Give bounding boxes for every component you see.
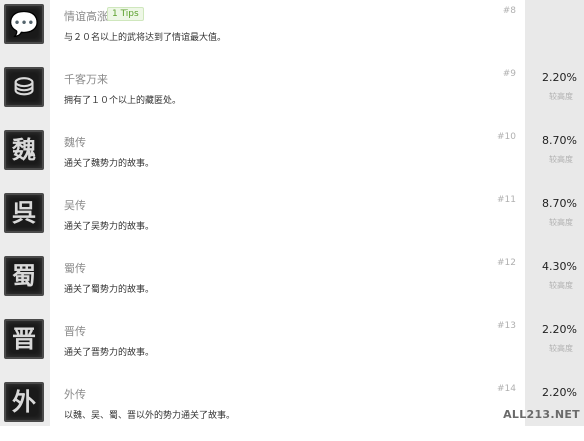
- achievement-number: #13: [497, 321, 516, 331]
- achievement-number: #9: [502, 69, 516, 79]
- unlock-percentage: 2.20%: [542, 323, 577, 336]
- achievement-description: 通关了魏势力的故事。: [64, 159, 155, 169]
- achievement-description: 以魏、吴、蜀、晋以外的势力通关了故事。: [64, 411, 236, 421]
- achievement-number: #12: [497, 258, 516, 268]
- unlock-percentage: 2.20%: [542, 71, 577, 84]
- icon-glyph: ⛁: [13, 72, 35, 101]
- achievement-description: 通关了吴势力的故事。: [64, 222, 155, 232]
- achievement-description: 拥有了１０个以上的藏匿处。: [64, 96, 182, 106]
- icon-glyph: 💬: [9, 9, 39, 38]
- achievement-title[interactable]: 魏传: [64, 134, 86, 150]
- wei-icon: 魏: [4, 130, 44, 170]
- achievement-number: #11: [497, 195, 516, 205]
- difficulty-label: 较高度: [549, 92, 573, 101]
- achievement-row: 蜀 蜀传通关了蜀势力的故事。 #12 4.30% 较高度: [0, 252, 584, 315]
- icon-glyph: 呉: [12, 198, 36, 227]
- achievement-title[interactable]: 蜀传: [64, 260, 86, 276]
- achievement-title[interactable]: 吴传: [64, 197, 86, 213]
- shu-icon: 蜀: [4, 256, 44, 296]
- achievement-row: 💬 情谊高涨 1 Tips 与２０名以上的武将达到了情谊最大值。 #8: [0, 0, 584, 63]
- icon-glyph: 外: [12, 387, 36, 416]
- achievement-title[interactable]: 晋传: [64, 323, 86, 339]
- achievement-description: 通关了晋势力的故事。: [64, 348, 155, 358]
- jin-icon: 晋: [4, 319, 44, 359]
- achievement-title[interactable]: 外传: [64, 386, 86, 402]
- icon-glyph: 魏: [12, 135, 36, 164]
- difficulty-label: 较高度: [549, 155, 573, 164]
- achievement-number: #14: [497, 384, 516, 394]
- achievement-title[interactable]: 千客万来: [64, 71, 108, 87]
- achievement-description: 与２０名以上的武将达到了情谊最大值。: [64, 33, 227, 43]
- achievement-description: 通关了蜀势力的故事。: [64, 285, 155, 295]
- achievement-row: 晋 晋传通关了晋势力的故事。 #13 2.20% 较高度: [0, 315, 584, 378]
- achievement-title[interactable]: 情谊高涨: [64, 8, 108, 24]
- achievement-number: #10: [497, 132, 516, 142]
- unlock-percentage: 2.20%: [542, 386, 577, 399]
- difficulty-label: 较高度: [549, 218, 573, 227]
- watermark: ALL213.NET: [503, 408, 580, 421]
- wai-icon: 外: [4, 382, 44, 422]
- difficulty-label: 较高度: [549, 344, 573, 353]
- speech-bubble-icon: 💬: [4, 4, 44, 44]
- achievement-row: ⛁ 千客万来拥有了１０个以上的藏匿处。 #9 2.20% 较高度: [0, 63, 584, 126]
- unlock-percentage: 8.70%: [542, 197, 577, 210]
- achievement-number: #8: [502, 6, 516, 16]
- wu-icon: 呉: [4, 193, 44, 233]
- achievement-row: 呉 吴传通关了吴势力的故事。 #11 8.70% 较高度: [0, 189, 584, 252]
- unlock-percentage: 8.70%: [542, 134, 577, 147]
- tips-badge[interactable]: 1 Tips: [107, 7, 144, 21]
- icon-glyph: 晋: [12, 324, 36, 353]
- achievement-row: 外 外传以魏、吴、蜀、晋以外的势力通关了故事。 #14 2.20%: [0, 378, 584, 441]
- achievement-row: 魏 魏传通关了魏势力的故事。 #10 8.70% 较高度: [0, 126, 584, 189]
- icon-glyph: 蜀: [12, 261, 36, 290]
- difficulty-label: 较高度: [549, 281, 573, 290]
- treasure-icon: ⛁: [4, 67, 44, 107]
- unlock-percentage: 4.30%: [542, 260, 577, 273]
